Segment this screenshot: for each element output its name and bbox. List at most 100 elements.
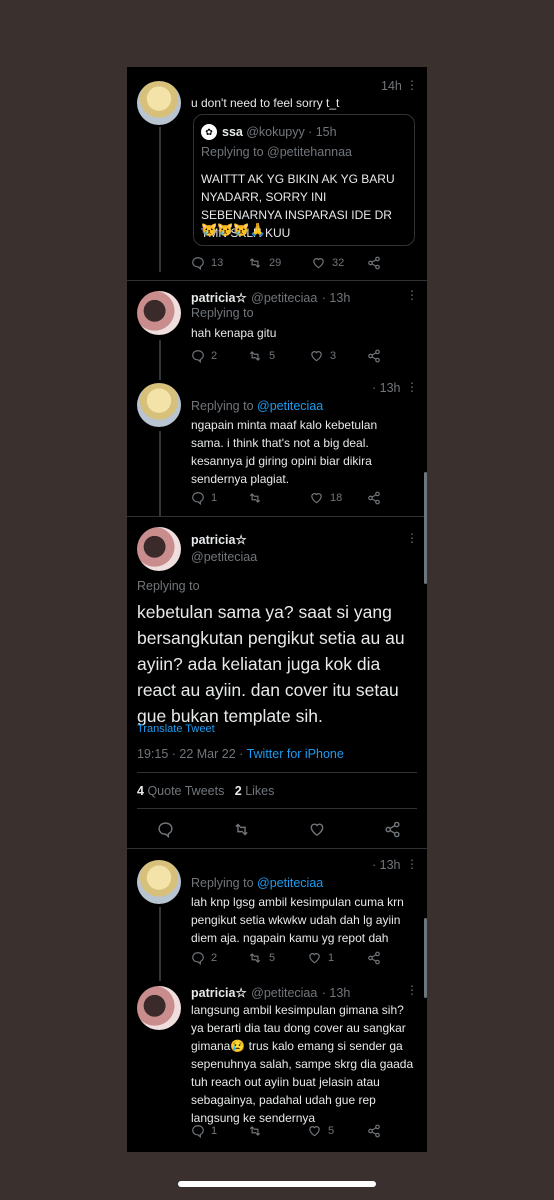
retweet-button[interactable]: 29 — [247, 256, 311, 270]
tweet-actions: 1 18 — [191, 491, 381, 505]
tweet-actions: 2 5 3 — [191, 349, 381, 363]
quoted-time: · 15h — [308, 125, 337, 139]
mention-link[interactable]: @petiteciaa — [257, 876, 323, 890]
user-handle[interactable]: @petiteciaa — [251, 291, 317, 305]
avatar[interactable] — [137, 860, 181, 904]
reply-button[interactable]: 2 — [191, 349, 247, 363]
user-handle[interactable]: @petiteciaa — [191, 550, 257, 564]
retweet-icon[interactable] — [232, 821, 251, 838]
more-options-icon[interactable]: ⋮ — [406, 288, 418, 302]
home-indicator[interactable] — [178, 1181, 376, 1187]
tweet-text: lah knp lgsg ambil kesimpulan cuma krn p… — [191, 895, 404, 945]
share-button[interactable] — [367, 951, 381, 965]
share-icon — [368, 951, 380, 965]
tweet-stats: 4 Quote Tweets 2 Likes — [137, 784, 275, 798]
thread-line — [159, 127, 161, 272]
like-button[interactable]: 32 — [311, 256, 367, 270]
like-button[interactable]: 3 — [309, 349, 367, 363]
quoted-avatar: ✿ — [201, 124, 217, 140]
tweet-actions: 1 5 — [191, 1124, 381, 1138]
user-name[interactable]: patricia☆ — [191, 291, 247, 305]
share-icon — [368, 1124, 380, 1138]
share-button[interactable] — [367, 349, 381, 363]
avatar[interactable] — [137, 383, 181, 427]
retweet-icon — [249, 1126, 261, 1136]
more-options-icon[interactable]: ⋮ — [406, 857, 418, 871]
like-button[interactable]: 18 — [309, 491, 367, 505]
replying-to: Replying to — [191, 306, 254, 320]
reply-button[interactable]: 2 — [191, 951, 247, 965]
heart-icon — [311, 351, 322, 362]
reply-icon — [192, 257, 204, 270]
avatar[interactable] — [137, 291, 181, 335]
user-name[interactable]: patricia☆ — [191, 986, 247, 1000]
scrollbar[interactable] — [424, 918, 427, 998]
reply-button[interactable]: 1 — [191, 1124, 247, 1138]
share-button[interactable] — [367, 1124, 381, 1138]
retweet-button[interactable] — [247, 491, 309, 505]
quote-tweets-link[interactable]: Quote Tweets — [147, 784, 224, 798]
tweet-time: · 13h — [372, 858, 401, 872]
share-icon[interactable] — [384, 821, 401, 838]
like-button[interactable]: 5 — [307, 1124, 367, 1138]
more-options-icon[interactable]: ⋮ — [406, 380, 418, 394]
quoted-emoji: 😿😿😿🙏 — [201, 222, 266, 237]
tweet-text: langsung ambil kesimpulan gimana sih? ya… — [191, 1003, 414, 1125]
reply-button[interactable]: 13 — [191, 256, 247, 270]
reply-icon — [192, 350, 204, 363]
user-name[interactable]: patricia☆ — [191, 532, 247, 547]
tweet-time: · 13h — [321, 986, 351, 1000]
reply-icon — [192, 1125, 204, 1138]
thread-line — [159, 340, 161, 380]
reply-icon — [192, 492, 204, 505]
main-tweet-actions — [157, 821, 401, 838]
like-button[interactable]: 1 — [307, 951, 367, 965]
tweet-actions: 2 5 1 — [191, 951, 381, 965]
avatar[interactable] — [137, 986, 181, 1030]
quoted-replying: Replying to @petitehannaa — [201, 145, 353, 159]
heart-icon — [309, 953, 320, 964]
retweet-button[interactable]: 5 — [247, 951, 307, 965]
tweet-text: hah kenapa gitu — [191, 326, 277, 340]
retweet-icon — [249, 351, 261, 361]
retweet-button[interactable] — [247, 1124, 307, 1138]
source-link[interactable]: Twitter for iPhone — [247, 747, 344, 761]
mention-link[interactable]: @petiteciaa — [257, 399, 323, 413]
share-button[interactable] — [367, 491, 381, 505]
divider — [127, 848, 427, 849]
divider — [137, 808, 417, 809]
share-icon — [368, 349, 380, 363]
tweet-actions: 13 29 32 — [191, 256, 381, 270]
thread-line — [159, 907, 161, 981]
divider — [137, 772, 417, 773]
more-options-icon[interactable]: ⋮ — [406, 983, 418, 997]
share-icon — [368, 491, 380, 505]
tweet-time: · 13h — [372, 381, 401, 395]
avatar[interactable] — [137, 527, 181, 571]
replying-to: Replying to @petiteciaa — [191, 876, 324, 890]
reply-icon[interactable] — [157, 821, 174, 838]
retweet-icon — [249, 493, 261, 503]
translate-link[interactable]: Translate Tweet — [137, 723, 215, 735]
retweet-button[interactable]: 5 — [247, 349, 309, 363]
likes-link[interactable]: Likes — [245, 784, 274, 798]
quoted-name: ssa — [222, 125, 243, 139]
heart-icon — [313, 258, 324, 269]
more-options-icon[interactable]: ⋮ — [406, 531, 418, 545]
share-button[interactable] — [367, 256, 381, 270]
tweet-time: · 13h — [321, 291, 351, 305]
user-handle[interactable]: @petiteciaa — [251, 986, 317, 1000]
main-tweet-text: kebetulan sama ya? saat si yang bersangk… — [137, 602, 405, 726]
share-icon — [368, 256, 380, 270]
replying-to: Replying to @petiteciaa — [191, 399, 324, 413]
heart-icon[interactable] — [308, 821, 326, 838]
reply-button[interactable]: 1 — [191, 491, 247, 505]
retweet-icon — [249, 258, 261, 268]
heart-icon — [309, 1126, 320, 1137]
divider — [127, 516, 427, 517]
more-options-icon[interactable]: ⋮ — [406, 78, 418, 92]
tweet-timestamp: 19:15 · 22 Mar 22 · Twitter for iPhone — [137, 747, 344, 761]
tweet-text: ngapain minta maaf kalo kebetulan sama. … — [191, 418, 378, 486]
scrollbar[interactable] — [424, 472, 427, 584]
avatar[interactable] — [137, 81, 181, 125]
